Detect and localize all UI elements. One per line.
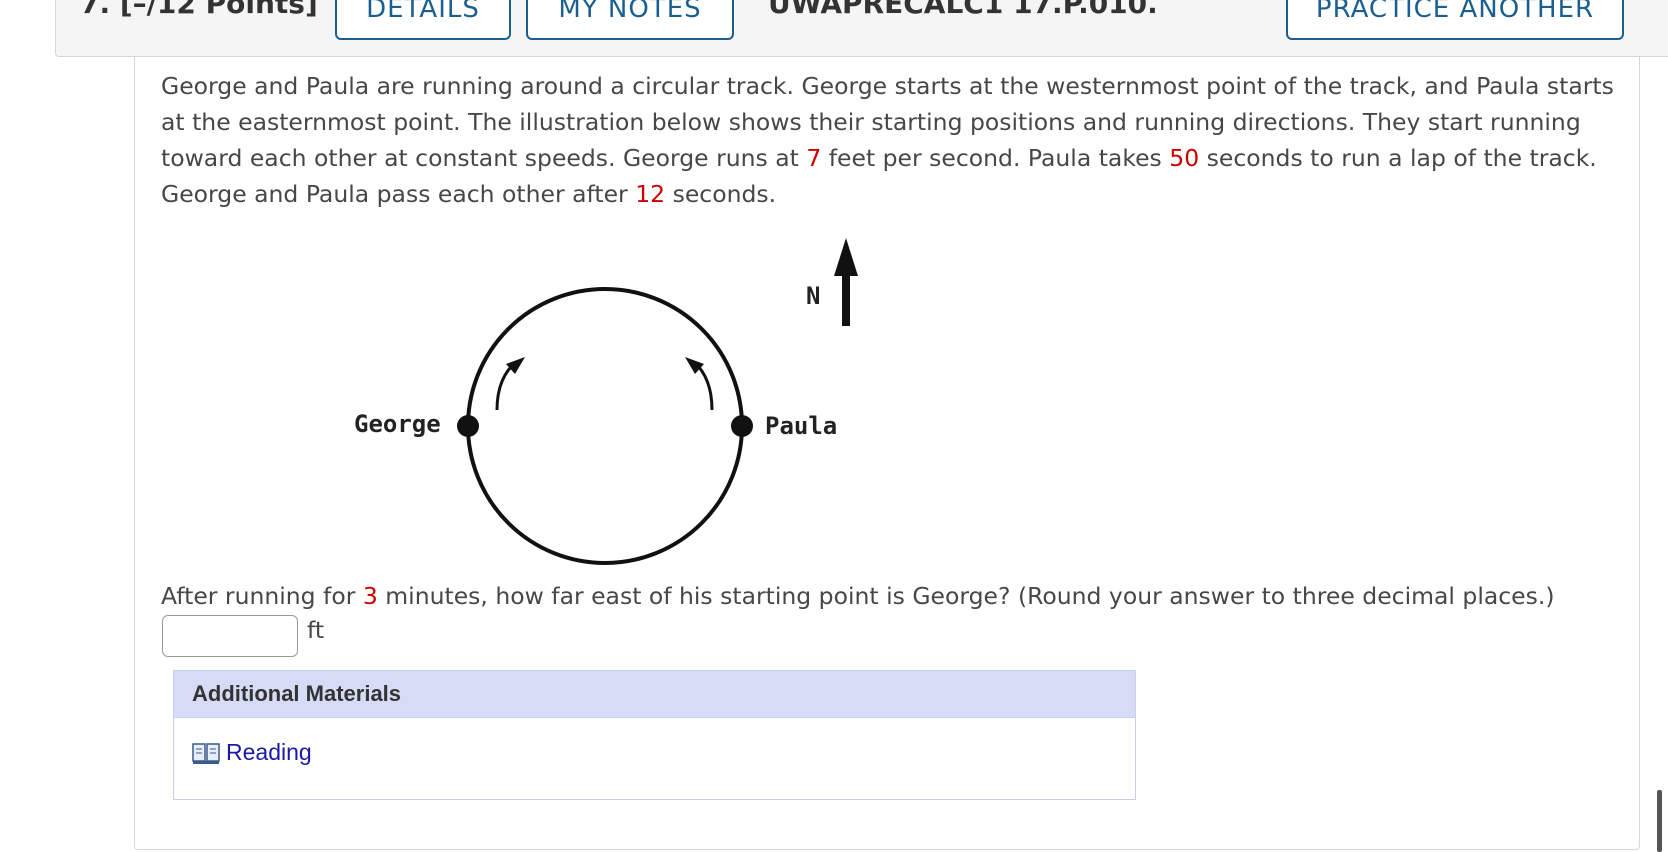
paula-direction-arrow-icon — [685, 357, 714, 411]
problem-text-4: seconds. — [665, 180, 777, 208]
answer-input[interactable] — [162, 615, 298, 657]
paula-lap-time-value: 50 — [1169, 144, 1200, 172]
north-label: N — [806, 282, 820, 310]
book-icon — [192, 742, 220, 764]
problem-statement: George and Paula are running around a ci… — [161, 68, 1617, 212]
practice-another-button[interactable]: PRACTICE ANOTHER — [1286, 0, 1624, 40]
my-notes-button[interactable]: MY NOTES — [526, 0, 734, 40]
pass-time-value: 12 — [635, 180, 666, 208]
reading-item: Reading — [192, 739, 312, 766]
track-diagram: N George Paula — [354, 238, 858, 565]
question-title: 7. [–/12 Points] — [80, 0, 318, 20]
question-text-2: minutes, how far east of his starting po… — [377, 582, 1555, 610]
north-arrow-icon — [834, 238, 858, 326]
question-text: After running for 3 minutes, how far eas… — [161, 578, 1631, 614]
george-speed-value: 7 — [806, 144, 822, 172]
question-id: UWAPRECALC1 17.P.010. — [768, 0, 1158, 20]
minutes-value: 3 — [362, 582, 378, 610]
question-text-1: After running for — [161, 582, 363, 610]
paula-start-point — [731, 415, 753, 437]
george-label: George — [354, 410, 441, 438]
circular-track — [466, 287, 744, 565]
scrollbar-thumb[interactable] — [1657, 790, 1662, 852]
additional-materials-title: Additional Materials — [174, 671, 1135, 718]
answer-unit: ft — [307, 616, 325, 644]
george-direction-arrow-icon — [495, 357, 525, 411]
george-start-point — [457, 415, 479, 437]
additional-materials-panel: Additional Materials Reading — [173, 670, 1136, 800]
problem-text-2: feet per second. Paula takes — [821, 144, 1170, 172]
details-button[interactable]: DETAILS — [335, 0, 511, 40]
paula-label: Paula — [765, 412, 837, 440]
reading-link[interactable]: Reading — [226, 739, 312, 766]
